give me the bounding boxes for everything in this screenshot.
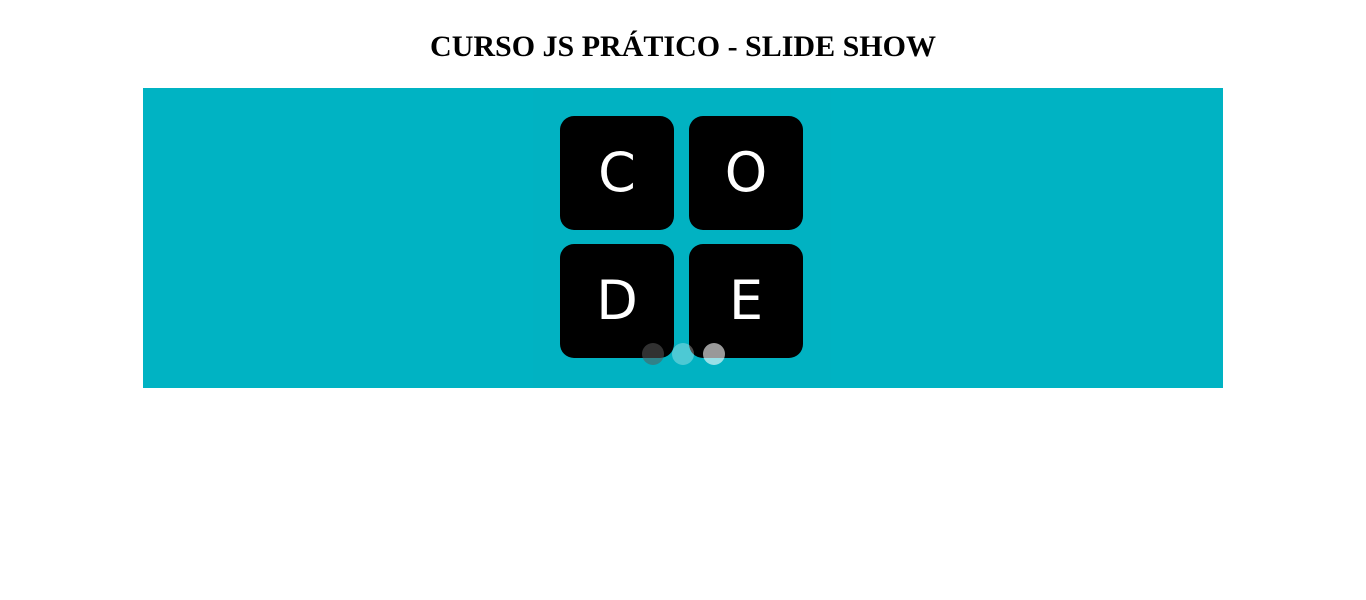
slide-dot-3[interactable] xyxy=(703,343,725,365)
logo-tile-o: O xyxy=(689,116,803,230)
logo-tile-e: E xyxy=(689,244,803,358)
logo-tile-c: C xyxy=(560,116,674,230)
slide-dot-2[interactable] xyxy=(672,343,694,365)
slide-dot-1[interactable] xyxy=(642,343,664,365)
logo-tile-d: D xyxy=(560,244,674,358)
slideshow: C O D E xyxy=(143,88,1223,388)
page-title: CURSO JS PRÁTICO - SLIDE SHOW xyxy=(430,30,936,63)
